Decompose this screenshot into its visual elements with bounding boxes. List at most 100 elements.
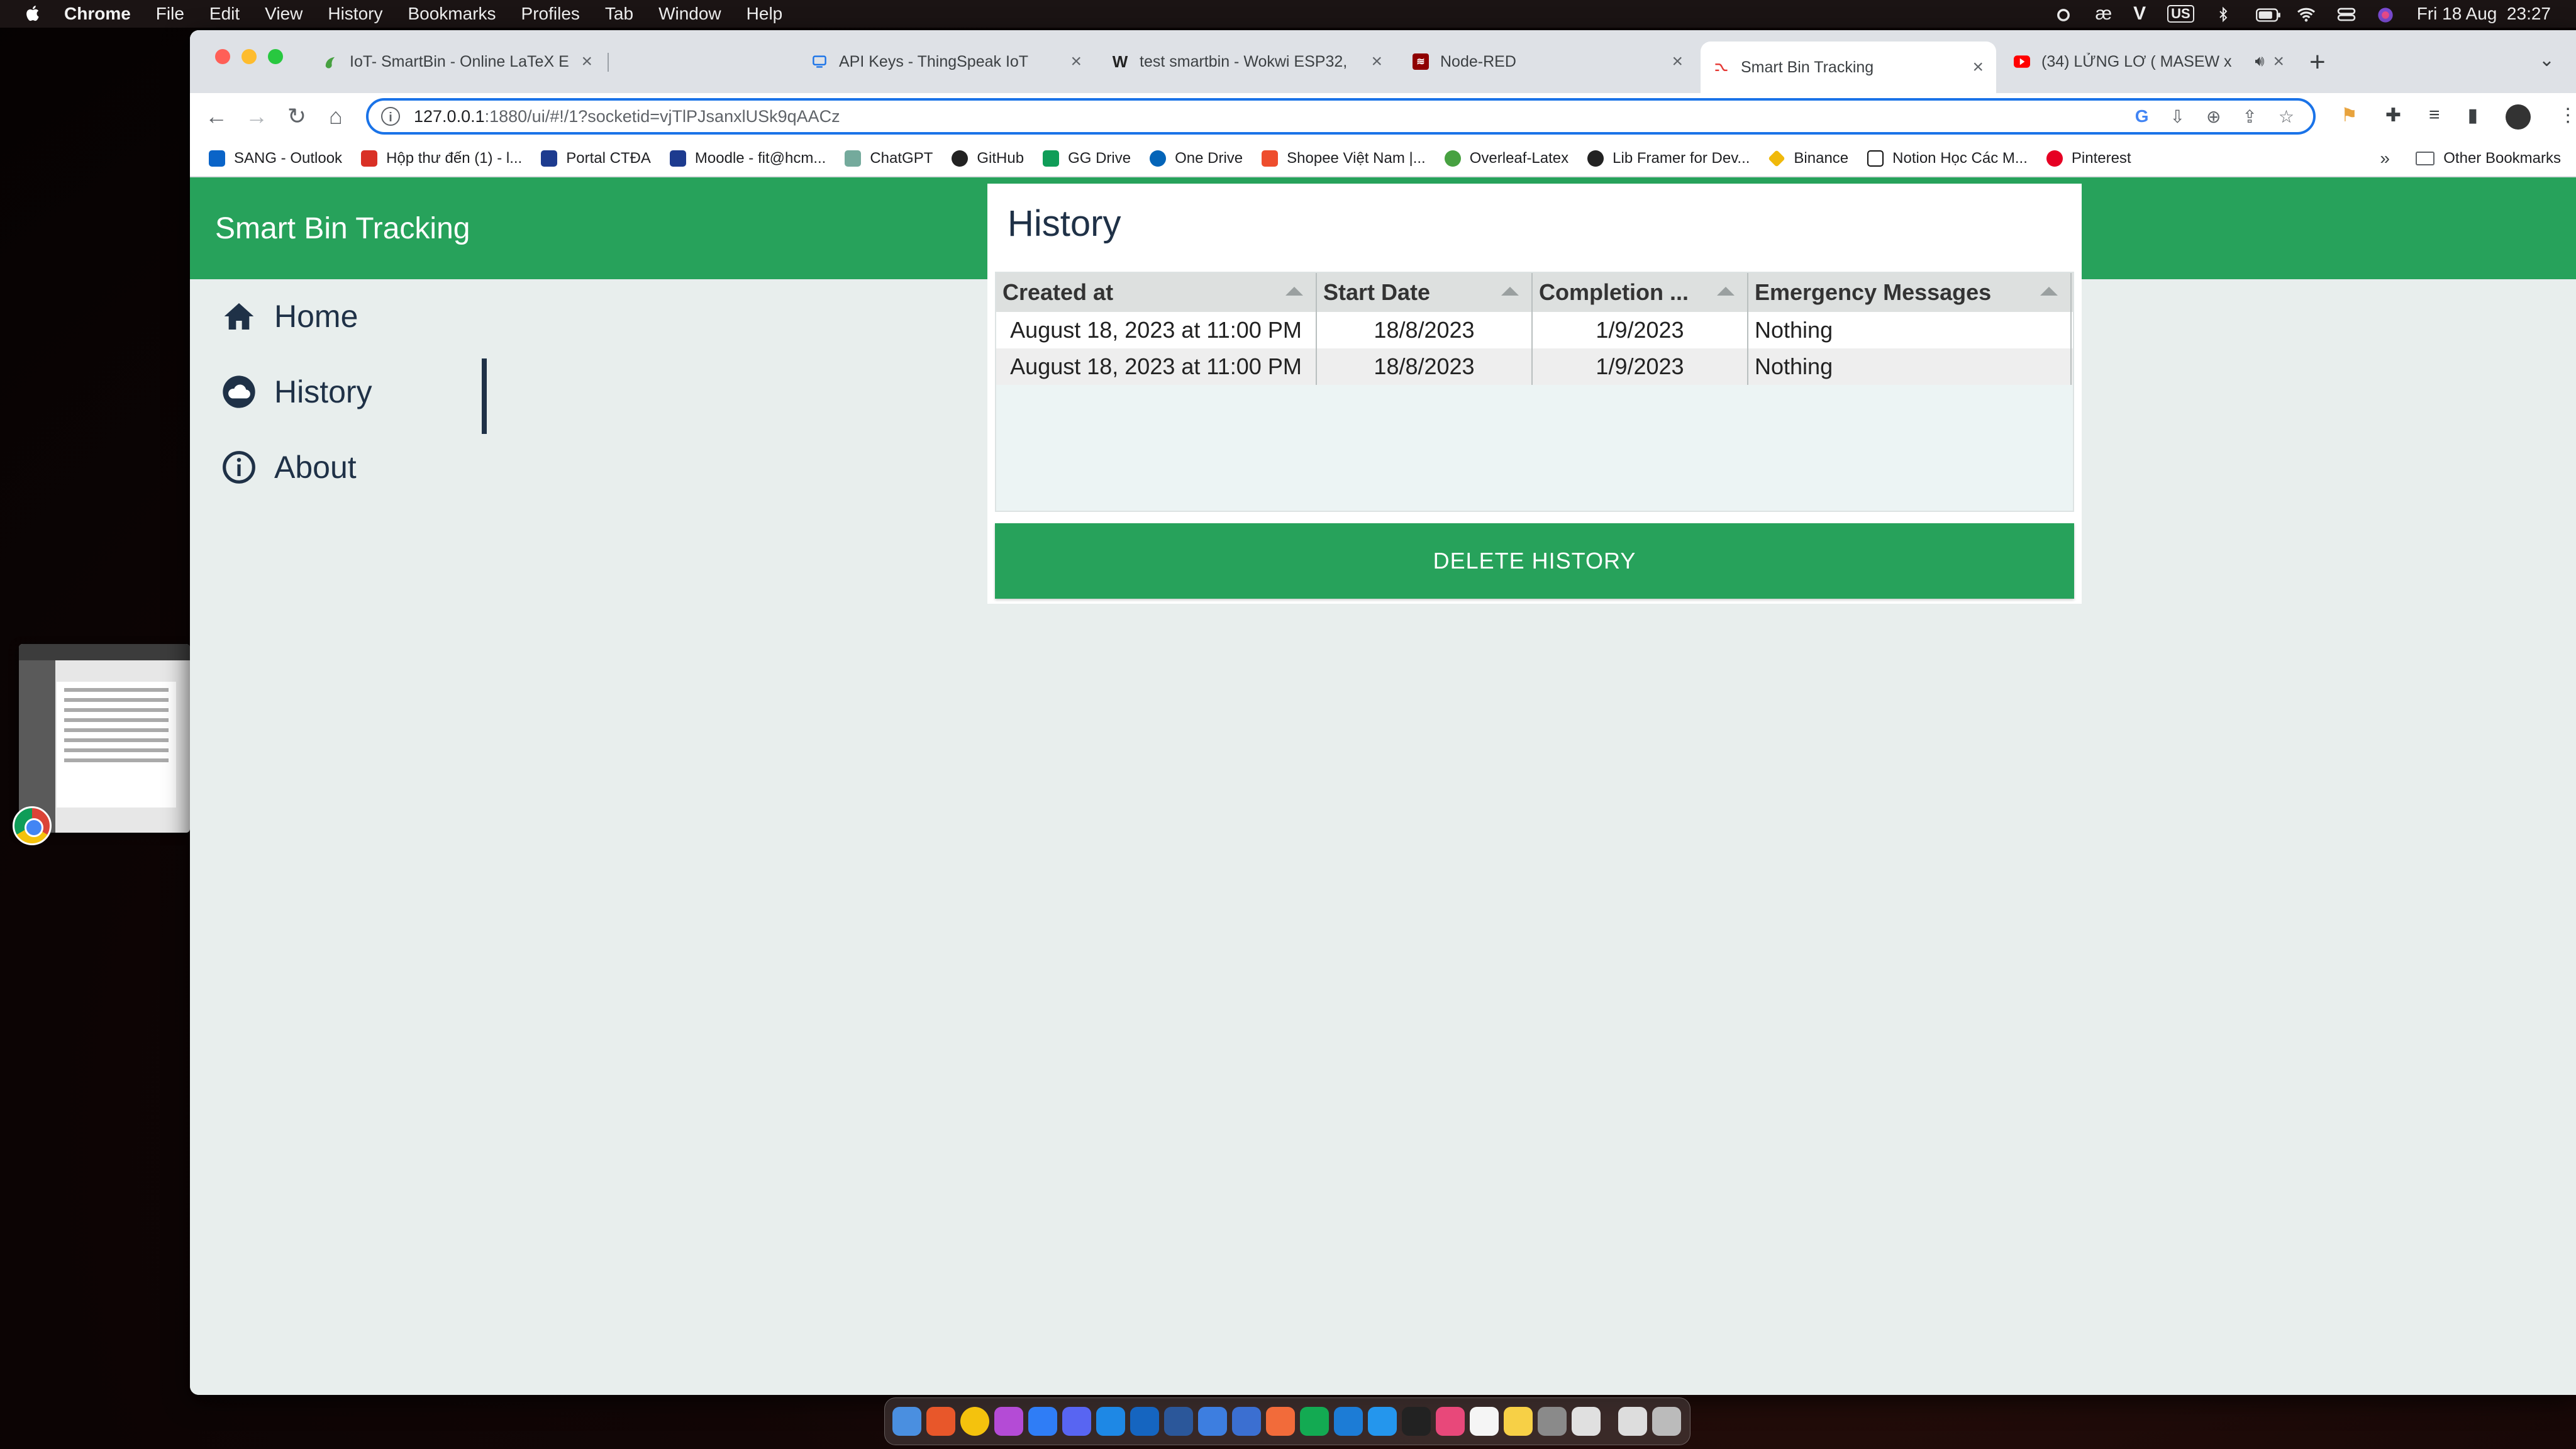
input-source-badge[interactable]: US [2167, 5, 2194, 23]
word-icon[interactable] [1164, 1407, 1193, 1436]
tab-smart-bin-tracking[interactable]: Smart Bin Tracking × [1701, 42, 1996, 93]
bookmark-item[interactable]: GG Drive [1043, 150, 1131, 167]
close-icon[interactable]: × [1972, 57, 1984, 78]
bookmark-item[interactable]: Overleaf-Latex [1444, 150, 1568, 167]
home-button[interactable]: ⌂ [322, 103, 350, 130]
url-text[interactable]: 127.0.0.1:1880/ui/#!/1?socketid=vjTlPJsa… [414, 107, 2135, 126]
tab-wokwi[interactable]: W test smartbin - Wokwi ESP32, × [1099, 42, 1395, 82]
menu-window[interactable]: Window [658, 4, 721, 24]
menu-help[interactable]: Help [747, 4, 783, 24]
bookmark-item[interactable]: Lib Framer for Dev... [1587, 150, 1750, 167]
battery-icon[interactable] [2255, 6, 2280, 22]
window-thumbnail[interactable] [19, 644, 190, 833]
azure-studio-icon[interactable] [1334, 1407, 1363, 1436]
v-status-icon[interactable]: V [2133, 3, 2146, 25]
site-info-icon[interactable]: i [381, 107, 400, 126]
table-row[interactable]: August 18, 2023 at 11:00 PM 18/8/2023 1/… [996, 348, 2073, 385]
firefox-icon[interactable] [926, 1407, 955, 1436]
back-button[interactable]: ← [203, 103, 230, 130]
trash-icon[interactable] [1652, 1407, 1681, 1436]
gitkraken-icon[interactable] [1436, 1407, 1465, 1436]
close-window-button[interactable] [215, 49, 230, 64]
bookmark-item[interactable]: Hộp thư đến (1) - l... [361, 150, 522, 167]
bookmark-item[interactable]: Portal CTĐA [541, 150, 651, 167]
share-icon[interactable]: ⇪ [2242, 106, 2257, 127]
zalo-icon[interactable] [1028, 1407, 1057, 1436]
zoom-icon[interactable]: ⊕ [2206, 106, 2221, 127]
ae-input-icon[interactable]: æ [2095, 3, 2112, 25]
finder-icon[interactable] [892, 1407, 921, 1436]
preview-icon[interactable] [1538, 1407, 1567, 1436]
tab-overleaf[interactable]: IoT- SmartBin - Online LaTeX E × [309, 42, 605, 82]
xcode-icon[interactable] [1198, 1407, 1227, 1436]
install-app-icon[interactable]: ⇩ [2170, 106, 2184, 127]
bookmark-star-icon[interactable]: ☆ [2279, 106, 2294, 127]
reminders-icon[interactable] [1470, 1407, 1499, 1436]
close-icon[interactable]: × [1070, 51, 1082, 72]
close-icon[interactable]: × [581, 51, 592, 72]
nav-item-home[interactable]: Home [221, 298, 358, 335]
apple-menu-icon[interactable] [24, 4, 44, 24]
forward-button[interactable]: → [243, 103, 270, 130]
column-header-completion[interactable]: Completion ... [1533, 273, 1748, 312]
menu-history[interactable]: History [328, 4, 382, 24]
bookmark-item[interactable]: Moodle - fit@hcm... [669, 150, 826, 167]
menu-bookmarks[interactable]: Bookmarks [408, 4, 496, 24]
menu-tab[interactable]: Tab [605, 4, 633, 24]
swift-icon[interactable] [1266, 1407, 1295, 1436]
control-center-icon[interactable] [2336, 6, 2356, 21]
menu-file[interactable]: File [156, 4, 184, 24]
menu-profiles[interactable]: Profiles [521, 4, 580, 24]
sort-arrow-icon[interactable] [1717, 287, 1735, 296]
tab-youtube[interactable]: (34) LỬNG LƠ ( MASEW x 🔊︎ × [2001, 42, 2297, 82]
discord-icon[interactable] [1062, 1407, 1091, 1436]
more-menu-icon[interactable]: ⋮ [2558, 104, 2576, 130]
siri-icon[interactable] [2377, 6, 2396, 23]
terminal-icon[interactable] [1402, 1407, 1431, 1436]
table-row[interactable]: August 18, 2023 at 11:00 PM 18/8/2023 1/… [996, 312, 2073, 348]
mongodb-icon[interactable] [1300, 1407, 1329, 1436]
column-header-created-at[interactable]: Created at [996, 273, 1317, 312]
other-bookmarks[interactable]: Other Bookmarks [2416, 141, 2561, 176]
speaker-icon[interactable]: 🔊︎ [2255, 53, 2264, 70]
media-control-icon[interactable]: ≡ [2429, 104, 2440, 130]
bookmark-item[interactable]: Binance [1768, 150, 1848, 167]
delete-history-button[interactable]: DELETE HISTORY [995, 523, 2074, 599]
bookmark-item[interactable]: ChatGPT [845, 150, 933, 167]
column-header-start-date[interactable]: Start Date [1317, 273, 1533, 312]
puzzle-extensions-icon[interactable]: ✚ [2385, 104, 2401, 130]
nav-item-history[interactable]: History [221, 374, 372, 410]
bookmark-item[interactable]: SANG - Outlook [209, 150, 342, 167]
sort-arrow-icon[interactable] [2040, 287, 2058, 296]
profile-avatar[interactable] [2506, 104, 2531, 130]
maps-icon[interactable] [1130, 1407, 1159, 1436]
docker-icon[interactable] [1368, 1407, 1397, 1436]
close-icon[interactable]: × [1672, 51, 1683, 72]
nav-item-about[interactable]: About [221, 449, 357, 486]
close-icon[interactable]: × [1371, 51, 1382, 72]
menu-edit[interactable]: Edit [209, 4, 240, 24]
column-header-emergency-messages[interactable]: Emergency Messages [1748, 273, 2072, 312]
zoom-window-button[interactable] [268, 49, 283, 64]
bookmark-item[interactable]: GitHub [952, 150, 1024, 167]
address-bar[interactable]: i 127.0.0.1:1880/ui/#!/1?socketid=vjTlPJ… [366, 98, 2316, 135]
bookmark-item[interactable]: Shopee Việt Nam |... [1262, 150, 1426, 167]
extension-icon[interactable]: ⚑ [2341, 104, 2358, 130]
notes-icon[interactable] [1504, 1407, 1533, 1436]
app-icon[interactable] [1232, 1407, 1261, 1436]
more-bookmarks-button[interactable]: » [2380, 148, 2390, 169]
wifi-icon[interactable] [2296, 6, 2315, 22]
downloads-stack-icon[interactable] [1618, 1407, 1647, 1436]
chrome-icon[interactable] [960, 1407, 989, 1436]
tab-thingspeak[interactable]: API Keys - ThingSpeak IoT × [799, 42, 1094, 82]
sort-arrow-icon[interactable] [1501, 287, 1519, 296]
messenger-icon[interactable] [994, 1407, 1023, 1436]
sort-arrow-icon[interactable] [1285, 287, 1303, 296]
gear-status-icon[interactable] [2055, 6, 2074, 21]
bookmark-item[interactable]: Notion Học Các M... [1867, 150, 2028, 167]
reload-button[interactable]: ↻ [283, 103, 311, 130]
vscode-icon[interactable] [1096, 1407, 1125, 1436]
google-lens-icon[interactable]: G [2135, 106, 2149, 127]
photos-icon[interactable] [1572, 1407, 1601, 1436]
bluetooth-icon[interactable] [2216, 6, 2235, 23]
